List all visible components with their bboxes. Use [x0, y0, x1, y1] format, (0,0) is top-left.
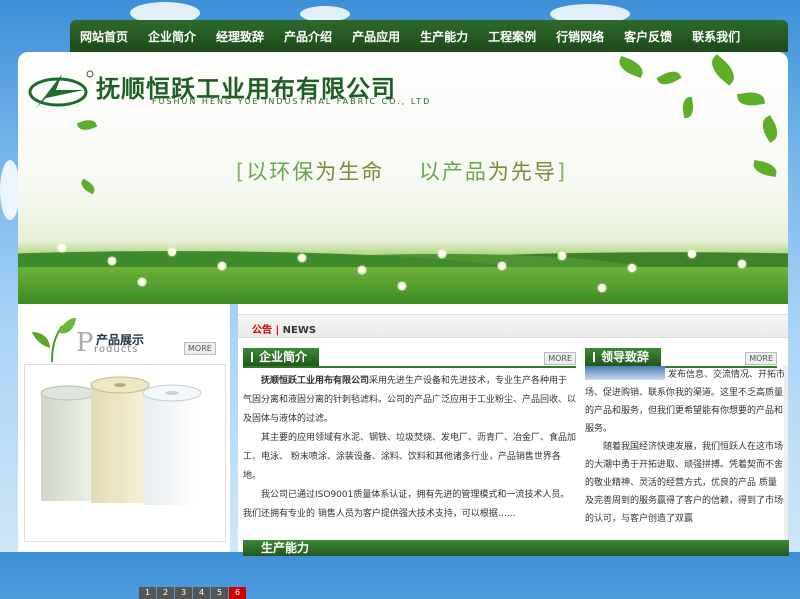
filter-rolls-image — [40, 376, 202, 505]
leader-photo — [585, 366, 665, 380]
flower-decoration — [358, 266, 366, 274]
intro-text: 抚顺恒跃工业用布有限公司采用先进生产设备和先进技术，专业生产各种用于气固分离和液… — [243, 372, 576, 524]
leaf-decoration — [706, 54, 740, 86]
company-logo-icon — [28, 70, 94, 108]
nav-home[interactable]: 网站首页 — [70, 28, 138, 45]
notice-bar: 公告 | NEWS — [238, 314, 788, 338]
notice-label-en: NEWS — [282, 325, 317, 336]
pager-button[interactable]: 1 — [139, 587, 156, 599]
main-nav: 网站首页 企业简介 经理致辞 产品介绍 产品应用 生产能力 工程案例 行销网络 … — [70, 20, 788, 52]
flower-decoration — [108, 257, 116, 265]
leader-title: 领导致辞 — [585, 348, 662, 366]
nav-contact[interactable]: 联系我们 — [682, 28, 750, 45]
leaf-decoration — [656, 67, 682, 89]
leaf-decoration — [76, 117, 98, 133]
pager-button[interactable]: 4 — [193, 587, 210, 599]
notice-label-cn: 公告 — [252, 325, 272, 336]
flower-decoration — [628, 264, 636, 272]
flower-decoration — [298, 254, 306, 262]
slogan-part: 为先导 — [487, 160, 557, 184]
main-content: 公告 | NEWS 企业简介 MORE 抚顺恒跃工业用布有限公司采用先进生产设备… — [238, 304, 789, 556]
intro-company: 抚顺恒跃工业用布有限公司 — [261, 376, 370, 386]
banner: 抚顺恒跃工业用布有限公司 FUSHUN HENG YUE INDUSTRIAL … — [18, 52, 788, 304]
slogan: [以环保为生命 以产品为先导] — [236, 156, 567, 186]
nav-cases[interactable]: 工程案例 — [478, 28, 546, 45]
leaf-sprout-icon — [32, 317, 76, 362]
slogan-bracket: [ — [236, 160, 247, 184]
leader-header: 领导致辞 MORE — [585, 348, 777, 368]
pager-button-active[interactable]: 6 — [229, 587, 246, 599]
leader-more-button[interactable]: MORE — [745, 352, 777, 365]
cloud — [0, 160, 20, 220]
nav-applications[interactable]: 产品应用 — [342, 28, 410, 45]
leaf-decoration — [78, 178, 98, 195]
leaf-decoration — [757, 115, 783, 143]
intro-title: 企业简介 — [243, 348, 320, 366]
intro-header: 企业简介 MORE — [243, 348, 576, 368]
nav-manager-speech[interactable]: 经理致辞 — [206, 28, 274, 45]
products-subtitle: roducts — [94, 344, 139, 355]
nav-company-intro[interactable]: 企业简介 — [138, 28, 206, 45]
leaf-decoration — [680, 96, 696, 119]
products-initial: P — [76, 328, 94, 358]
flower-decoration — [438, 250, 446, 258]
capacity-title: 生产能力 — [261, 541, 310, 555]
pager-button[interactable]: 2 — [157, 587, 174, 599]
flower-decoration — [558, 252, 566, 260]
flower-decoration — [58, 244, 66, 252]
intro-p3: 我公司已通过ISO9001质量体系认证，拥有先进的管理模式和一流技术人员。我们还… — [243, 490, 570, 519]
nav-feedback[interactable]: 客户反馈 — [614, 28, 682, 45]
nav-capacity[interactable]: 生产能力 — [410, 28, 478, 45]
flower-decoration — [168, 248, 176, 256]
product-showcase: P 产品展示 roducts MORE 1 2 3 4 5 6 — [18, 304, 246, 599]
intro-p2: 其主要的应用领域有水泥、钢铁、垃圾焚烧、发电厂、沥青厂、冶金厂、食品加工、电泳、… — [243, 433, 577, 481]
slogan-part: 以环保 — [246, 160, 316, 184]
slogan-part: 以产品 — [418, 160, 488, 184]
slogan-bracket: ] — [556, 160, 568, 184]
leaf-decoration — [736, 89, 766, 109]
flower-decoration — [738, 260, 746, 268]
slideshow-pager: 1 2 3 4 5 6 — [139, 587, 246, 599]
flower-decoration — [138, 278, 146, 286]
leaf-decoration — [616, 55, 646, 79]
pager-button[interactable]: 5 — [211, 587, 228, 599]
flower-decoration — [218, 262, 226, 270]
nav-products[interactable]: 产品介绍 — [274, 28, 342, 45]
intro-more-button[interactable]: MORE — [544, 352, 576, 365]
company-name-en: FUSHUN HENG YUE INDUSTRIAL FABRIC CO., L… — [152, 97, 432, 106]
leaf-decoration — [752, 160, 778, 177]
notice-label: 公告 | NEWS — [252, 321, 316, 336]
leader-p2: 随着我国经济快速发展，我们恒跃人在这市场的大潮中勇于开拓进取、顽强拼搏。凭着契而… — [585, 442, 784, 524]
products-more-button[interactable]: MORE — [184, 342, 216, 355]
leader-text: 发布信息、交流情况、开拓市场、促进购销、联系你我的渠道。这里不乏高质量的产品和服… — [585, 366, 785, 552]
leader-scrollbar[interactable] — [784, 366, 788, 546]
flower-decoration — [498, 262, 506, 270]
slogan-part: 为生命 — [315, 160, 385, 184]
nav-sales-network[interactable]: 行销网络 — [546, 28, 614, 45]
flower-decoration — [598, 284, 606, 292]
flower-decoration — [398, 282, 406, 290]
flower-decoration — [688, 250, 696, 258]
pager-button[interactable]: 3 — [175, 587, 192, 599]
capacity-header: 生产能力 — [243, 540, 789, 556]
product-slideshow: 1 2 3 4 5 6 — [24, 364, 246, 599]
notice-separator: | — [275, 325, 280, 336]
